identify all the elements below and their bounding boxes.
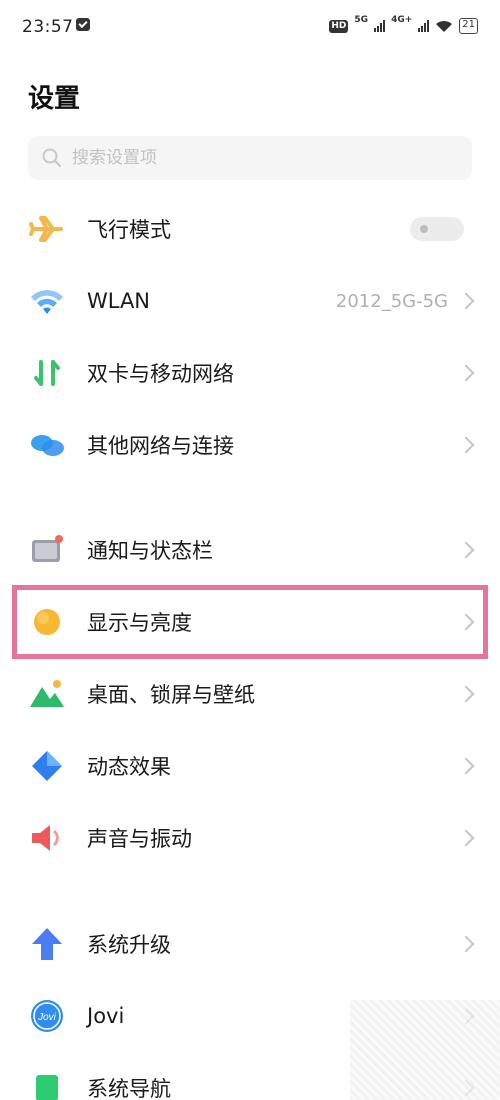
search-icon [42, 148, 61, 167]
chevron-right-icon [457, 829, 475, 847]
jovi-icon-text: Jovi [37, 1012, 57, 1023]
settings-item-label: 通知与状态栏 [87, 539, 213, 563]
brightness-icon [34, 609, 60, 635]
chevron-right-icon [457, 685, 475, 703]
settings-item-label: 显示与亮度 [87, 611, 192, 635]
sim-network-icon [34, 360, 60, 386]
search-input[interactable] [72, 148, 452, 168]
network-type-1: 5G [354, 15, 369, 25]
signal-2-icon [418, 20, 430, 32]
chevron-right-icon [457, 613, 475, 631]
chevron-right-icon [457, 364, 475, 382]
settings-item-label: 动态效果 [87, 755, 171, 779]
airplane-icon [29, 216, 63, 242]
settings-item-label: 声音与振动 [87, 827, 192, 851]
signal-1-icon [374, 20, 386, 32]
wallpaper-icon [30, 680, 64, 707]
search-bar[interactable] [28, 136, 472, 180]
connection-icon [31, 435, 64, 456]
wifi-icon [31, 290, 63, 314]
settings-item-label: 系统升级 [87, 933, 171, 957]
hd-voice-badge: HD [329, 19, 349, 33]
settings-item-other-networks[interactable]: 其他网络与连接 [0, 409, 500, 481]
dynamic-effect-icon [32, 751, 62, 781]
settings-item-dynamic-effects[interactable]: 动态效果 [0, 730, 500, 802]
status-indicators: HD 5G 4G+ 21 [329, 16, 478, 36]
wlan-network-name: 2012_5G-5G [335, 290, 448, 312]
sound-icon [32, 825, 59, 851]
navigation-icon [36, 1075, 58, 1100]
airplane-mode-toggle[interactable] [410, 217, 464, 241]
settings-item-label: Jovi [87, 1004, 125, 1028]
status-time: 23:57 [22, 17, 74, 37]
chevron-right-icon [457, 436, 475, 454]
battery-icon: 21 [459, 18, 478, 34]
settings-item-label: 其他网络与连接 [87, 434, 234, 458]
page-title: 设置 [28, 84, 81, 114]
settings-item-display-brightness[interactable]: 显示与亮度 [0, 586, 500, 658]
settings-item-wlan[interactable]: WLAN 2012_5G-5G [0, 265, 500, 337]
chevron-right-icon [457, 935, 475, 953]
settings-item-label: 双卡与移动网络 [87, 362, 234, 386]
settings-item-notifications[interactable]: 通知与状态栏 [0, 514, 500, 586]
wifi-status-icon [436, 20, 453, 32]
settings-item-label: 桌面、锁屏与壁纸 [87, 683, 255, 707]
notification-icon [32, 535, 63, 562]
jovi-icon: Jovi [28, 997, 66, 1035]
settings-item-label: 飞行模式 [87, 218, 171, 242]
chevron-right-icon [457, 541, 475, 559]
settings-item-label: WLAN [87, 289, 151, 313]
status-bar: 23:57 HD 5G 4G+ 21 [0, 0, 500, 56]
upgrade-icon [32, 928, 62, 960]
settings-item-airplane-mode[interactable]: 飞行模式 [0, 193, 500, 265]
message-notification-icon [76, 18, 90, 31]
settings-item-sound-vibration[interactable]: 声音与振动 [0, 802, 500, 874]
chevron-right-icon [457, 757, 475, 775]
network-type-2: 4G+ [391, 15, 413, 25]
settings-item-dual-sim[interactable]: 双卡与移动网络 [0, 337, 500, 409]
settings-item-label: 系统导航 [87, 1077, 171, 1100]
settings-item-system-upgrade[interactable]: 系统升级 [0, 908, 500, 980]
watermark [350, 1000, 500, 1100]
settings-item-wallpaper[interactable]: 桌面、锁屏与壁纸 [0, 658, 500, 730]
chevron-right-icon [457, 292, 475, 310]
